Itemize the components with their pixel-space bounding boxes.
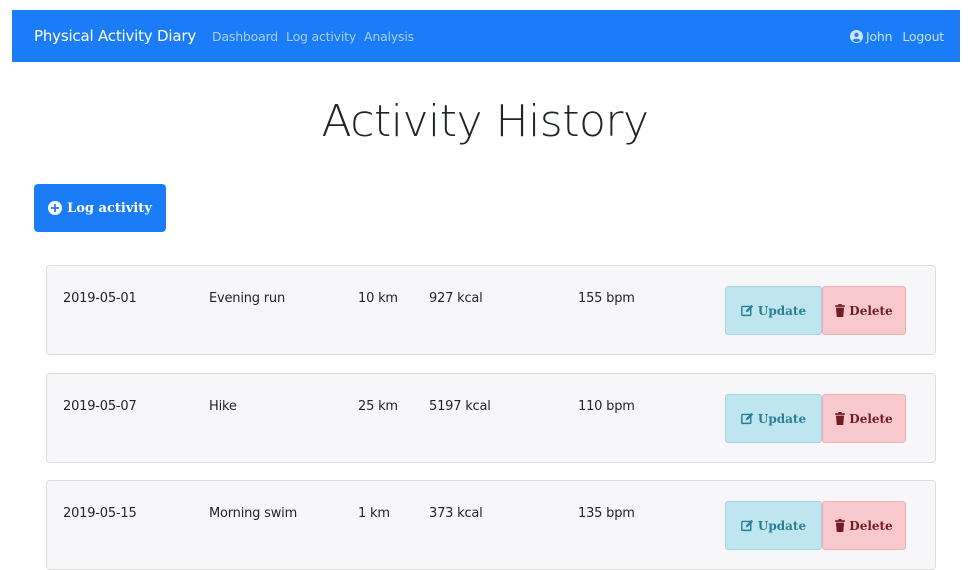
edit-icon: [740, 412, 754, 425]
logout-link[interactable]: Logout: [902, 29, 944, 44]
activity-distance: 25 km: [358, 399, 398, 414]
activity-date: 2019-05-07: [63, 399, 137, 414]
update-label: Update: [757, 411, 807, 426]
log-activity-button[interactable]: Log activity: [34, 184, 166, 232]
delete-label: Delete: [849, 518, 893, 533]
log-activity-label: Log activity: [67, 200, 152, 216]
plus-circle-icon: [48, 201, 63, 215]
nav-dashboard-link[interactable]: Dashboard: [212, 29, 278, 44]
update-button[interactable]: Update: [725, 501, 822, 550]
edit-icon: [740, 519, 754, 532]
activity-calories: 927 kcal: [429, 291, 483, 306]
activity-card: 2019-05-01 Evening run 10 km 927 kcal 15…: [46, 265, 936, 355]
user-menu[interactable]: John: [850, 28, 893, 44]
delete-label: Delete: [849, 303, 893, 318]
activity-calories: 373 kcal: [429, 506, 483, 521]
user-circle-icon: [850, 29, 863, 43]
user-name: John: [866, 28, 893, 44]
update-label: Update: [757, 303, 807, 318]
page-title: Activity History: [321, 96, 649, 147]
activity-card: 2019-05-15 Morning swim 1 km 373 kcal 13…: [46, 480, 936, 570]
trash-icon: [835, 304, 846, 317]
activity-heart-rate: 155 bpm: [578, 291, 635, 306]
activity-distance: 10 km: [358, 291, 398, 306]
activity-date: 2019-05-15: [63, 506, 137, 521]
edit-icon: [740, 304, 754, 317]
nav-analysis-link[interactable]: Analysis: [364, 29, 414, 44]
delete-button[interactable]: Delete: [822, 501, 906, 550]
activity-calories: 5197 kcal: [429, 399, 491, 414]
navbar-right: John Logout: [850, 29, 960, 44]
trash-icon: [835, 412, 846, 425]
activity-distance: 1 km: [358, 506, 390, 521]
activity-name: Morning swim: [209, 506, 298, 521]
update-label: Update: [757, 518, 807, 533]
activity-heart-rate: 110 bpm: [578, 399, 635, 414]
trash-icon: [835, 519, 846, 532]
delete-label: Delete: [849, 411, 893, 426]
activity-date: 2019-05-01: [63, 291, 137, 306]
activity-card: 2019-05-07 Hike 25 km 5197 kcal 110 bpm …: [46, 373, 936, 463]
activity-heart-rate: 135 bpm: [578, 506, 635, 521]
nav-log-activity-link[interactable]: Log activity: [286, 29, 356, 44]
brand-link[interactable]: Physical Activity Diary: [34, 27, 196, 45]
activity-name: Hike: [209, 399, 237, 414]
delete-button[interactable]: Delete: [822, 286, 906, 335]
delete-button[interactable]: Delete: [822, 394, 906, 443]
update-button[interactable]: Update: [725, 286, 822, 335]
navbar: Physical Activity Diary Dashboard Log ac…: [12, 10, 960, 62]
update-button[interactable]: Update: [725, 394, 822, 443]
activity-name: Evening run: [209, 291, 286, 306]
